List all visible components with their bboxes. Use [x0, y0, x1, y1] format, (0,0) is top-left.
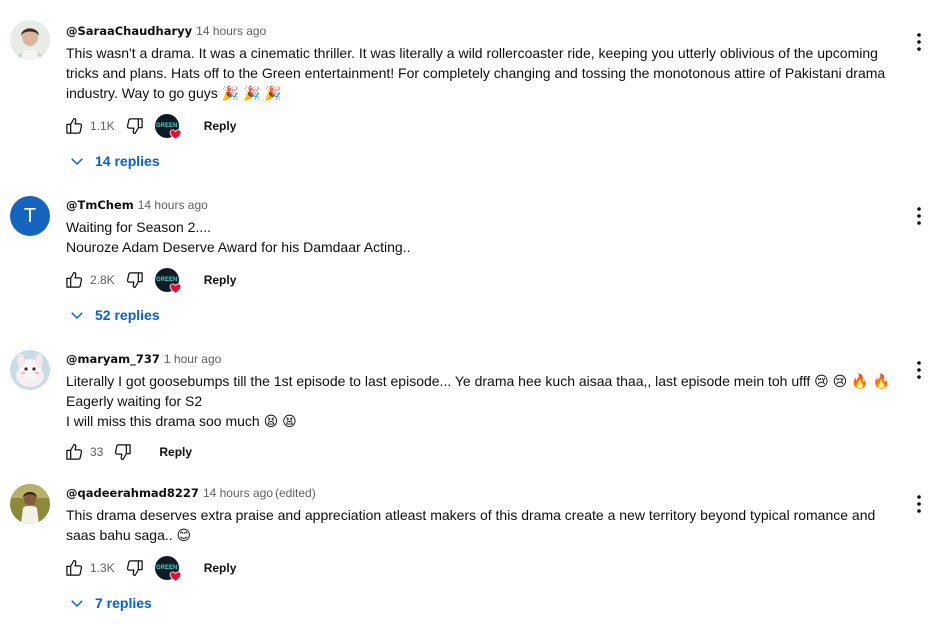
thumbs-up-icon[interactable] [64, 270, 84, 290]
comment-line: This drama deserves extra praise and app… [66, 507, 876, 523]
heart-icon [169, 283, 182, 294]
replies-count-label: 52 replies [95, 307, 160, 323]
comment-line: industry. Way to go guys 🎉 🎉 🎉 [66, 85, 282, 101]
comment-time[interactable]: 14 hours ago [203, 486, 273, 500]
avatar[interactable] [10, 20, 50, 60]
author-name[interactable]: @TmChem [66, 198, 134, 212]
view-replies-button[interactable]: 14 replies [68, 151, 160, 171]
reply-button[interactable]: Reply [204, 273, 237, 287]
creator-heart-badge[interactable]: GREEN [154, 268, 182, 294]
heart-icon [169, 571, 182, 582]
thumbs-down-icon[interactable] [125, 270, 145, 290]
view-replies-button[interactable]: 7 replies [68, 593, 152, 613]
comment-line: Eagerly waiting for S2 [66, 393, 203, 409]
creator-heart-badge[interactable]: GREEN [154, 114, 182, 140]
like-count: 1.1K [90, 119, 115, 133]
more-vert-icon[interactable] [911, 359, 927, 381]
comment-actions: 2.8K GREEN Reply [64, 268, 237, 294]
edited-label: (edited) [275, 486, 316, 500]
comment-text: This wasn't a drama. It was a cinematic … [66, 43, 906, 103]
comment-line: Waiting for Season 2.... [66, 219, 211, 235]
comment-line: This wasn't a drama. It was a cinematic … [66, 45, 878, 61]
avatar-letter: T [23, 204, 37, 227]
comment-line: Nouroze Adam Deserve Award for his Damda… [66, 239, 411, 255]
like-count: 2.8K [90, 273, 115, 287]
avatar[interactable] [10, 484, 50, 524]
creator-heart-badge[interactable]: GREEN [154, 556, 182, 582]
comment-header: @TmChem 14 hours ago [66, 197, 208, 213]
chevron-down-icon [71, 158, 83, 166]
avatar-image [10, 20, 50, 60]
chevron-down-icon [71, 312, 83, 320]
comment-actions: 33 Reply [64, 440, 192, 464]
comment-line: Literally I got goosebumps till the 1st … [66, 373, 890, 389]
like-count: 33 [90, 445, 104, 459]
more-vert-icon[interactable] [911, 31, 927, 53]
like-count: 1.3K [90, 561, 115, 575]
thumbs-down-icon[interactable] [125, 116, 145, 136]
comment-time[interactable]: 14 hours ago [138, 198, 208, 212]
more-vert-icon[interactable] [911, 493, 927, 515]
reply-button[interactable]: Reply [159, 445, 192, 459]
thumbs-up-icon[interactable] [64, 116, 84, 136]
comment-actions: 1.3K GREEN Reply [64, 556, 237, 582]
comment-time[interactable]: 1 hour ago [164, 352, 221, 366]
author-name[interactable]: @SaraaChaudharyy [66, 24, 192, 38]
avatar-image [10, 350, 50, 390]
comment-line: I will miss this drama soo much 😫 😫 [66, 413, 297, 429]
thumbs-down-icon[interactable] [125, 558, 145, 578]
comment-text: This drama deserves extra praise and app… [66, 505, 906, 545]
comment-line: saas bahu saga.. 😊 [66, 527, 192, 543]
author-name[interactable]: @maryam_737 [66, 352, 160, 366]
comment-actions: 1.1K GREEN Reply [64, 114, 237, 140]
avatar-image [10, 484, 50, 524]
reply-button[interactable]: Reply [204, 119, 237, 133]
comment-line: tricks and plans. Hats off to the Green … [66, 65, 886, 81]
comment-header: @qadeerahmad8227 14 hours ago (edited) [66, 485, 316, 501]
comment-text: Literally I got goosebumps till the 1st … [66, 371, 906, 431]
more-vert-icon[interactable] [911, 205, 927, 227]
thumbs-down-icon[interactable] [113, 442, 133, 462]
thumbs-up-icon[interactable] [64, 558, 84, 578]
thumbs-up-icon[interactable] [64, 442, 84, 462]
comment-time[interactable]: 14 hours ago [196, 24, 266, 38]
chevron-down-icon [71, 600, 83, 608]
comment-header: @maryam_737 1 hour ago [66, 351, 221, 367]
replies-count-label: 7 replies [95, 595, 152, 611]
view-replies-button[interactable]: 52 replies [68, 305, 160, 325]
comment-header: @SaraaChaudharyy 14 hours ago [66, 23, 266, 39]
author-name[interactable]: @qadeerahmad8227 [66, 486, 199, 500]
reply-button[interactable]: Reply [204, 561, 237, 575]
heart-icon [169, 129, 182, 140]
replies-count-label: 14 replies [95, 153, 160, 169]
avatar[interactable] [10, 350, 50, 390]
comment-text: Waiting for Season 2.... Nouroze Adam De… [66, 217, 906, 257]
avatar[interactable]: T [10, 196, 50, 236]
